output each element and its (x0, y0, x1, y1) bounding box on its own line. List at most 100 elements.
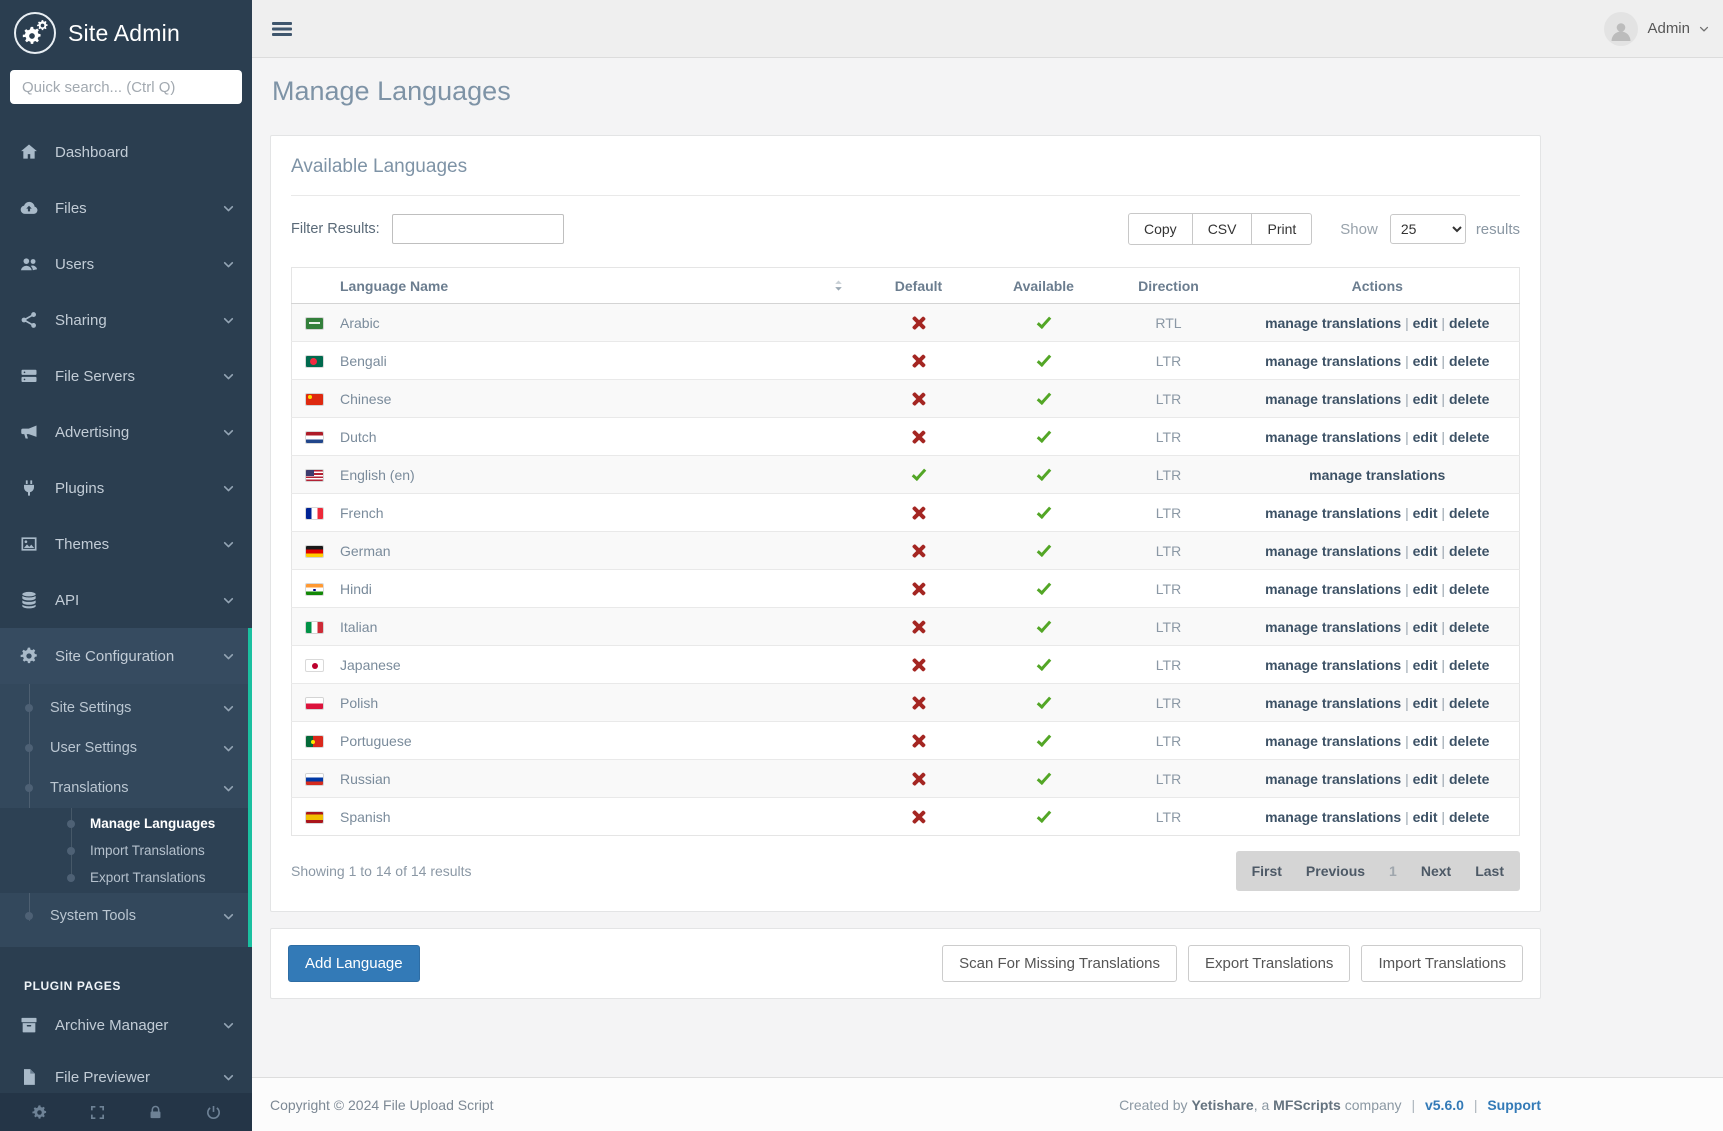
delete-link[interactable]: delete (1449, 505, 1489, 521)
delete-link[interactable]: delete (1449, 315, 1489, 331)
delete-link[interactable]: delete (1449, 657, 1489, 673)
pagination-current-page[interactable]: 1 (1389, 863, 1397, 879)
sidebar-item-translations[interactable]: Translations (0, 768, 252, 808)
filter-input[interactable] (392, 214, 564, 244)
column-header-language-name[interactable]: Language Name (292, 268, 852, 304)
manage-translations-link[interactable]: manage translations (1265, 353, 1401, 369)
manage-translations-link[interactable]: manage translations (1265, 771, 1401, 787)
delete-link[interactable]: delete (1449, 581, 1489, 597)
column-header-direction: Direction (1102, 268, 1236, 304)
brand[interactable]: Site Admin (0, 0, 252, 56)
sidebar-item-advertising[interactable]: Advertising (0, 404, 252, 460)
manage-translations-link[interactable]: manage translations (1309, 467, 1445, 483)
edit-link[interactable]: edit (1413, 657, 1438, 673)
delete-link[interactable]: delete (1449, 353, 1489, 369)
delete-link[interactable]: delete (1449, 429, 1489, 445)
sidebar-item-export-translations[interactable]: Export Translations (0, 864, 252, 891)
language-name-cell: Bengali (292, 342, 852, 380)
edit-link[interactable]: edit (1413, 391, 1438, 407)
per-page-select[interactable]: 25 (1390, 214, 1466, 244)
default-cross-icon (911, 392, 926, 407)
support-link[interactable]: Support (1487, 1097, 1541, 1113)
sidebar-item-user-settings[interactable]: User Settings (0, 728, 252, 768)
sidebar-item-label: Plugins (55, 480, 104, 497)
delete-link[interactable]: delete (1449, 695, 1489, 711)
delete-link[interactable]: delete (1449, 543, 1489, 559)
pagination-last[interactable]: Last (1475, 863, 1504, 879)
edit-link[interactable]: edit (1413, 315, 1438, 331)
manage-translations-link[interactable]: manage translations (1265, 391, 1401, 407)
power-icon[interactable] (205, 1104, 222, 1121)
sidebar-item-archive-manager[interactable]: Archive Manager (0, 999, 252, 1051)
edit-link[interactable]: edit (1413, 771, 1438, 787)
sidebar-item-label: Themes (55, 536, 109, 553)
user-menu[interactable]: Admin (1604, 12, 1709, 46)
sidebar-item-files[interactable]: Files (0, 180, 252, 236)
actions-cell: manage translations | edit | delete (1236, 722, 1520, 760)
pagination-previous[interactable]: Previous (1306, 863, 1365, 879)
sidebar-item-dashboard[interactable]: Dashboard (0, 124, 252, 180)
manage-translations-link[interactable]: manage translations (1265, 695, 1401, 711)
fullscreen-expand-icon[interactable] (89, 1104, 106, 1121)
add-language-button[interactable]: Add Language (288, 945, 420, 982)
manage-translations-link[interactable]: manage translations (1265, 543, 1401, 559)
edit-link[interactable]: edit (1413, 581, 1438, 597)
sidebar-item-label: File Servers (55, 368, 135, 385)
sidebar-item-site-configuration[interactable]: Site Configuration (0, 628, 252, 684)
edit-link[interactable]: edit (1413, 619, 1438, 635)
edit-link[interactable]: edit (1413, 353, 1438, 369)
settings-gear-icon[interactable] (31, 1104, 48, 1121)
actions-cell: manage translations | edit | delete (1236, 304, 1520, 342)
manage-translations-link[interactable]: manage translations (1265, 809, 1401, 825)
export-translations-button[interactable]: Export Translations (1188, 945, 1350, 982)
import-translations-button[interactable]: Import Translations (1361, 945, 1523, 982)
sidebar-item-plugins[interactable]: Plugins (0, 460, 252, 516)
manage-translations-link[interactable]: manage translations (1265, 505, 1401, 521)
action-separator: | (1401, 581, 1412, 597)
edit-link[interactable]: edit (1413, 429, 1438, 445)
sidebar-toggle-menu-icon[interactable] (270, 17, 294, 41)
default-cross-icon (911, 354, 926, 369)
lock-icon[interactable] (147, 1104, 164, 1121)
sidebar-item-themes[interactable]: Themes (0, 516, 252, 572)
footer-pipe: | (1411, 1097, 1415, 1113)
edit-link[interactable]: edit (1413, 809, 1438, 825)
direction-cell: LTR (1102, 722, 1236, 760)
default-cell (852, 380, 986, 418)
sidebar-item-site-settings[interactable]: Site Settings (0, 688, 252, 728)
footer-credits: Created by Yetishare, a MFScripts compan… (1119, 1097, 1541, 1113)
language-name-cell: Chinese (292, 380, 852, 418)
edit-link[interactable]: edit (1413, 695, 1438, 711)
pagination-first[interactable]: First (1252, 863, 1282, 879)
language-name-cell: Japanese (292, 646, 852, 684)
csv-button[interactable]: CSV (1192, 213, 1253, 245)
quick-search-input[interactable] (10, 70, 242, 104)
edit-link[interactable]: edit (1413, 505, 1438, 521)
manage-translations-link[interactable]: manage translations (1265, 429, 1401, 445)
manage-translations-link[interactable]: manage translations (1265, 619, 1401, 635)
sidebar-item-manage-languages[interactable]: Manage Languages (0, 810, 252, 837)
megaphone-icon (18, 422, 40, 442)
sidebar-item-system-tools[interactable]: System Tools (0, 893, 252, 939)
sidebar-item-import-translations[interactable]: Import Translations (0, 837, 252, 864)
copy-button[interactable]: Copy (1128, 213, 1193, 245)
manage-translations-link[interactable]: manage translations (1265, 657, 1401, 673)
sidebar-item-api[interactable]: API (0, 572, 252, 628)
sidebar-item-file-servers[interactable]: File Servers (0, 348, 252, 404)
manage-translations-link[interactable]: manage translations (1265, 581, 1401, 597)
available-check-icon (1036, 694, 1051, 709)
sidebar-item-users[interactable]: Users (0, 236, 252, 292)
sidebar-item-sharing[interactable]: Sharing (0, 292, 252, 348)
delete-link[interactable]: delete (1449, 733, 1489, 749)
manage-translations-link[interactable]: manage translations (1265, 733, 1401, 749)
delete-link[interactable]: delete (1449, 619, 1489, 635)
manage-translations-link[interactable]: manage translations (1265, 315, 1401, 331)
edit-link[interactable]: edit (1413, 543, 1438, 559)
delete-link[interactable]: delete (1449, 391, 1489, 407)
delete-link[interactable]: delete (1449, 809, 1489, 825)
print-button[interactable]: Print (1251, 213, 1312, 245)
pagination-next[interactable]: Next (1421, 863, 1451, 879)
delete-link[interactable]: delete (1449, 771, 1489, 787)
scan-missing-translations-button[interactable]: Scan For Missing Translations (942, 945, 1177, 982)
edit-link[interactable]: edit (1413, 733, 1438, 749)
